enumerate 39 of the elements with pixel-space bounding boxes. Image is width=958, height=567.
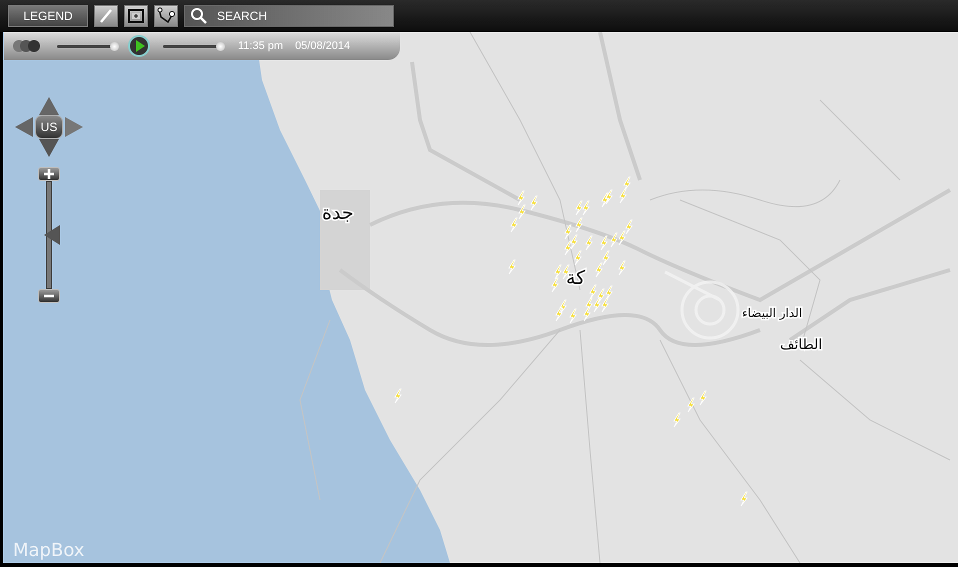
plus-icon (43, 168, 55, 180)
box-icon (128, 9, 144, 23)
lightning-icon (394, 388, 402, 404)
route-icon (156, 7, 176, 25)
zoom-out-button[interactable] (38, 289, 60, 303)
route-button[interactable] (154, 5, 178, 27)
pan-left-button[interactable] (15, 117, 33, 137)
play-icon (135, 40, 145, 52)
search-icon (190, 7, 208, 25)
pencil-icon (98, 8, 114, 24)
lightning-icon (687, 398, 695, 412)
slider-thumb[interactable] (44, 225, 60, 245)
pan-up-button[interactable] (39, 97, 59, 115)
lightning-icon (740, 492, 748, 506)
pencil-button[interactable] (94, 5, 118, 27)
time-label: 11:35 pm (238, 40, 284, 52)
place-label: الطائف (780, 337, 822, 353)
lightning-icon (699, 390, 707, 406)
pan-center-button[interactable]: US (35, 115, 63, 139)
place-label: الدار البيضاء (742, 306, 802, 320)
lightning-icon (575, 218, 583, 232)
place-label: جدة (322, 202, 354, 224)
play-button[interactable] (128, 35, 150, 57)
place-label: كة (566, 267, 586, 289)
lightning-icon (673, 412, 681, 428)
lightning-icon (585, 236, 593, 250)
lightning-icon (569, 308, 577, 324)
lightning-icon (508, 260, 516, 274)
lightning-icon (618, 260, 626, 276)
zoom-in-button[interactable] (38, 167, 60, 181)
slider-thumb[interactable] (216, 42, 225, 50)
slider-thumb[interactable] (110, 42, 119, 50)
search-field[interactable]: SEARCH (184, 5, 394, 27)
pan-down-button[interactable] (39, 139, 59, 157)
date-label: 05/08/2014 (295, 40, 350, 52)
box-button[interactable] (124, 5, 148, 27)
legend-button[interactable]: LEGEND (8, 5, 88, 27)
lightning-icon (530, 196, 538, 210)
attribution-logo: MapBox (13, 540, 84, 561)
